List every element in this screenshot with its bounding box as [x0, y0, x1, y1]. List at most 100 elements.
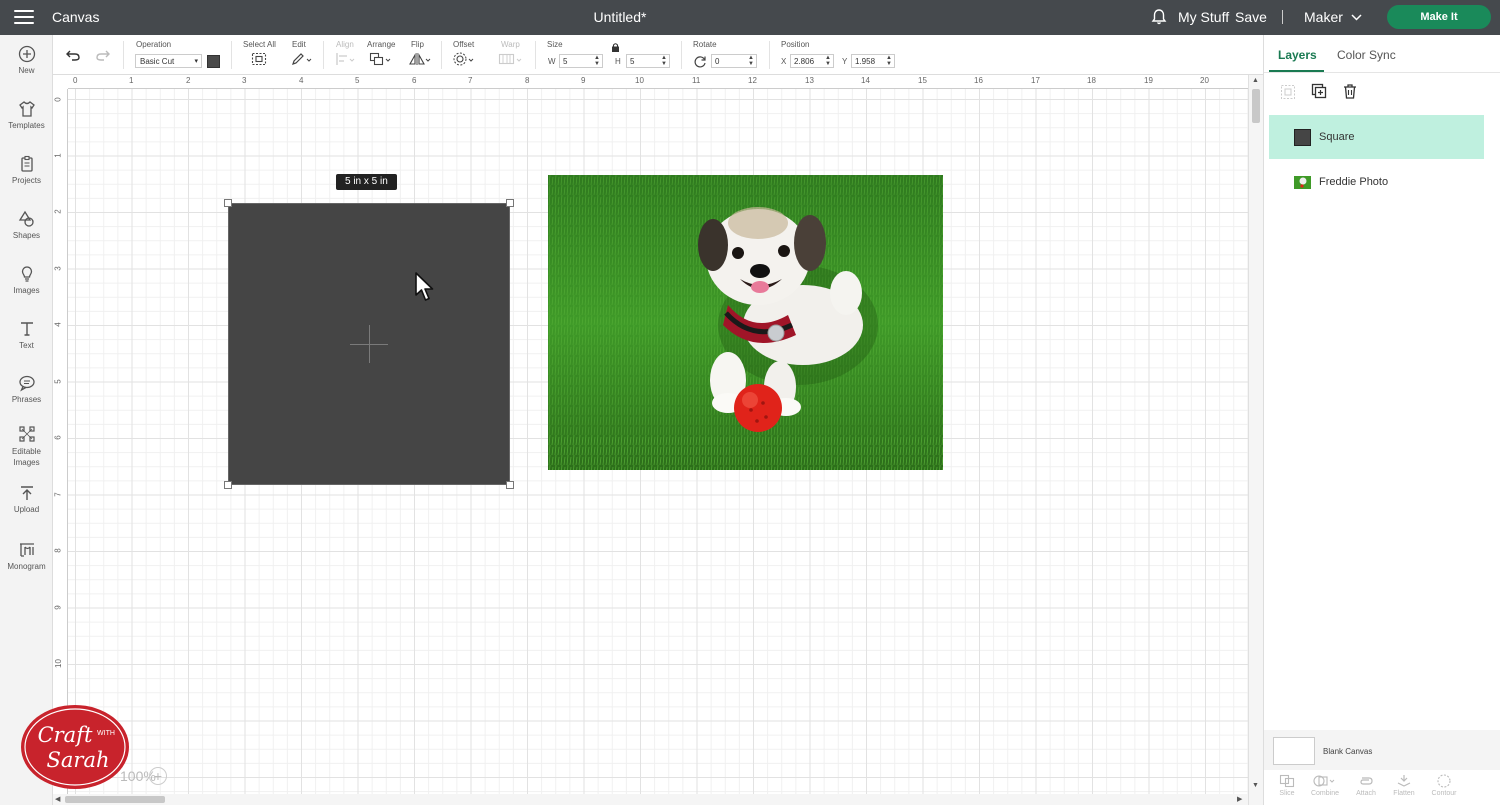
height-value: 5 — [630, 57, 635, 66]
redo-icon[interactable] — [95, 49, 111, 61]
tab-color-sync[interactable]: Color Sync — [1337, 48, 1396, 62]
attach-button[interactable]: Attach — [1348, 774, 1384, 797]
size-group: Size — [547, 40, 563, 49]
sidebar-item-images[interactable]: Images — [0, 265, 53, 295]
ruler-number: 5 — [53, 379, 63, 384]
edit-group[interactable]: Edit — [292, 40, 313, 68]
sidebar-item-phrases[interactable]: Phrases — [0, 374, 53, 404]
trash-icon[interactable] — [1342, 83, 1358, 99]
sidebar-item-projects[interactable]: Projects — [0, 155, 53, 185]
vertical-scrollbar[interactable]: ▲ ▼ — [1248, 75, 1263, 805]
pencil-icon — [292, 53, 312, 65]
resize-handle-top-left[interactable] — [224, 199, 232, 207]
stepper-arrows-icon[interactable]: ▲ ▼ — [661, 55, 667, 67]
contour-button[interactable]: Contour — [1426, 774, 1462, 797]
operation-value: Basic Cut — [140, 57, 175, 66]
combine-button[interactable]: Combine — [1307, 774, 1343, 797]
sidebar-item-text[interactable]: Text — [0, 320, 53, 350]
divider — [1282, 10, 1283, 24]
text-icon — [20, 322, 33, 336]
center-crosshair — [369, 325, 370, 363]
logo-text: Sarah — [47, 748, 110, 772]
layer-item-freddie-photo[interactable]: Freddie Photo — [1269, 160, 1484, 204]
sidebar-item-new[interactable]: New — [0, 45, 53, 75]
operation-select[interactable]: Basic Cut ▾ — [135, 54, 202, 68]
dog-photo[interactable] — [548, 175, 943, 470]
resize-handle-top-right[interactable] — [506, 199, 514, 207]
ruler-number: 8 — [525, 76, 530, 85]
resize-handle-bottom-right[interactable] — [506, 481, 514, 489]
scroll-thumb[interactable] — [1252, 89, 1260, 123]
toolbar-separator — [441, 41, 442, 69]
warp-group[interactable]: Warp — [498, 40, 524, 68]
flatten-button[interactable]: Flatten — [1386, 774, 1422, 797]
stepper-arrows-icon[interactable]: ▲ ▼ — [594, 55, 600, 67]
sidebar-item-label: Text — [19, 341, 34, 350]
bell-icon[interactable] — [1150, 8, 1168, 26]
my-stuff-link[interactable]: My Stuff — [1178, 9, 1229, 25]
width-label: W — [548, 57, 556, 66]
rotate-input[interactable]: 0 ▲ ▼ — [711, 54, 757, 68]
operation-label: Operation — [136, 40, 172, 49]
blank-canvas-row[interactable]: Blank Canvas — [1264, 730, 1500, 770]
zoom-in-button[interactable]: + — [149, 767, 167, 785]
align-group[interactable]: Align — [336, 40, 357, 68]
undo-icon[interactable] — [65, 49, 81, 61]
scroll-down-icon[interactable]: ▼ — [1252, 782, 1259, 789]
machine-select[interactable]: Maker — [1304, 9, 1362, 25]
stepper-arrows-icon[interactable]: ▲ ▼ — [748, 55, 754, 67]
flatten-label: Flatten — [1393, 790, 1415, 797]
flip-group[interactable]: Flip — [409, 40, 432, 68]
duplicate-icon[interactable] — [1311, 83, 1327, 99]
ruler-number: 0 — [73, 76, 78, 85]
toolbar-separator — [769, 41, 770, 69]
layer-item-square[interactable]: Square — [1269, 115, 1484, 159]
rotate-value: 0 — [715, 57, 720, 66]
save-button[interactable]: Save — [1235, 9, 1267, 25]
sidebar-item-upload[interactable]: Upload — [0, 484, 53, 514]
arrange-group[interactable]: Arrange — [367, 40, 395, 68]
sidebar-item-shapes[interactable]: Shapes — [0, 210, 53, 240]
make-it-button[interactable]: Make It — [1387, 5, 1491, 29]
width-input[interactable]: 5 ▲ ▼ — [559, 54, 603, 68]
group-icon[interactable] — [1280, 84, 1296, 100]
offset-group[interactable]: Offset — [453, 40, 477, 68]
select-all-group[interactable]: Select All — [243, 40, 276, 68]
align-icon — [336, 53, 355, 65]
ruler-number: 1 — [129, 76, 134, 85]
sidebar-item-label: Projects — [12, 176, 41, 185]
ruler-number: 9 — [53, 605, 63, 610]
height-input[interactable]: 5 ▲ ▼ — [626, 54, 670, 68]
rotate-group: Rotate — [693, 40, 717, 49]
lock-icon[interactable] — [611, 42, 620, 53]
document-title[interactable]: Untitled* — [0, 9, 1240, 25]
sidebar-item-monogram[interactable]: Monogram — [0, 541, 53, 571]
scroll-thumb[interactable] — [65, 796, 165, 803]
position-y-input[interactable]: 1.958 ▲ ▼ — [851, 54, 895, 68]
sidebar-item-editable-images[interactable]: Editable Images — [0, 425, 53, 468]
square-shape[interactable] — [228, 203, 510, 485]
ruler-number: 8 — [53, 548, 63, 553]
stepper-arrows-icon[interactable]: ▲ ▼ — [825, 55, 831, 67]
arrange-label: Arrange — [367, 40, 396, 49]
select-all-icon — [251, 52, 267, 66]
position-x-input[interactable]: 2.806 ▲ ▼ — [790, 54, 834, 68]
position-label: Position — [781, 40, 810, 49]
scroll-right-icon[interactable]: ▶ — [1237, 795, 1242, 803]
resize-handle-bottom-left[interactable] — [224, 481, 232, 489]
stepper-arrows-icon[interactable]: ▲ ▼ — [886, 55, 892, 67]
mouse-cursor-icon — [415, 272, 434, 301]
scroll-up-icon[interactable]: ▲ — [1252, 77, 1259, 84]
operation-color-swatch[interactable] — [207, 55, 220, 68]
sidebar-item-templates[interactable]: Templates — [0, 100, 53, 130]
left-sidebar: New Templates Projects Shapes Images Tex… — [0, 35, 53, 805]
horizontal-scrollbar[interactable]: ◀ ▶ — [53, 794, 1248, 805]
logo-text: WITH — [97, 730, 115, 737]
layer-name: Freddie Photo — [1319, 176, 1389, 188]
tab-layers[interactable]: Layers — [1278, 48, 1317, 62]
slice-button[interactable]: Slice — [1269, 774, 1305, 797]
select-all-label: Select All — [243, 40, 276, 49]
ruler-number: 18 — [1087, 76, 1096, 85]
scroll-left-icon[interactable]: ◀ — [55, 795, 60, 803]
blank-canvas-swatch[interactable] — [1273, 737, 1315, 765]
